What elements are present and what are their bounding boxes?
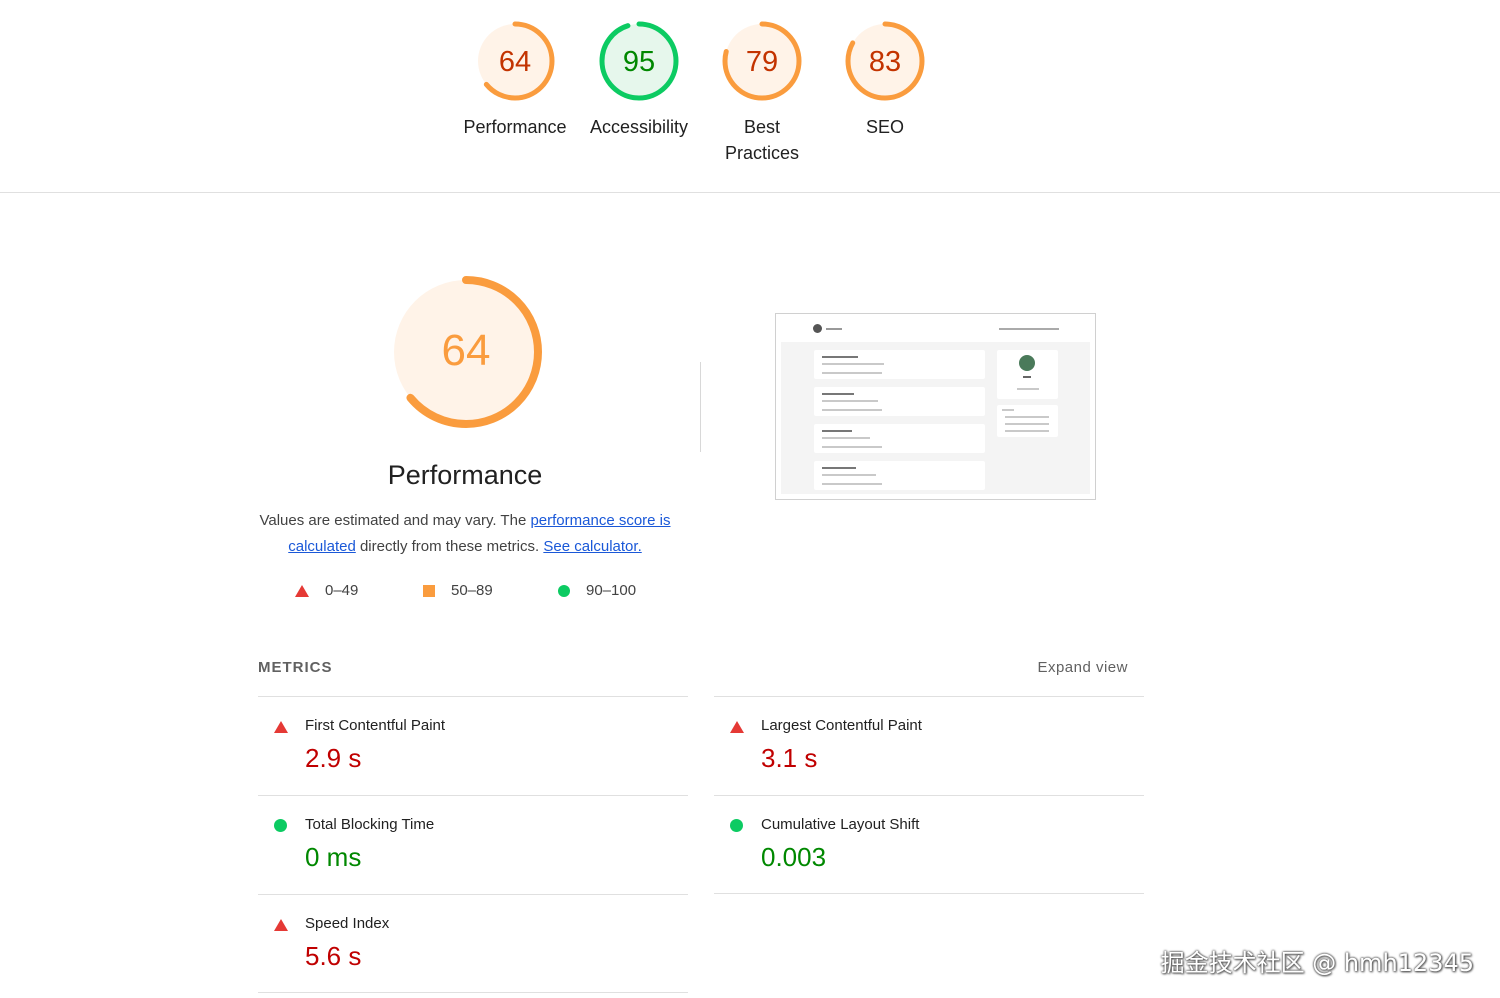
metric-label: Cumulative Layout Shift	[761, 816, 920, 833]
legend-range: 50–89	[451, 582, 493, 599]
metric-label: Largest Contentful Paint	[761, 717, 922, 734]
gauge-accessibility[interactable]: 95 Accessibility	[574, 18, 704, 140]
legend-range: 90–100	[586, 582, 637, 599]
desc-middle: directly from these metrics.	[355, 537, 544, 555]
avatar	[813, 324, 822, 333]
triangle-icon	[730, 721, 744, 733]
gauge-score: 95	[623, 46, 655, 78]
gauge-best-practices[interactable]: 79 Best Practices	[697, 18, 827, 166]
thumbnail-card	[814, 461, 985, 490]
thumbnail-card	[814, 350, 985, 379]
metric-first-contentful-paint: First Contentful Paint 2.9 s	[258, 696, 688, 795]
metric-label: Speed Index	[305, 915, 390, 932]
gauge-accessibility-ring: 95	[599, 21, 679, 101]
metric-value: 5.6 s	[305, 941, 362, 971]
expand-view-toggle[interactable]: Expand view	[1037, 659, 1128, 676]
gauge-label: Performance	[463, 117, 567, 137]
category-gauges: 64 Performance 95 Accessibility 79 Best …	[0, 0, 1500, 193]
square-icon	[423, 584, 435, 597]
thumbnail-tags-card	[997, 405, 1058, 437]
metric-value: 0 ms	[305, 842, 362, 872]
metric-divider	[714, 893, 1144, 894]
gauge-score: 64	[499, 46, 531, 78]
circle-icon	[558, 584, 570, 597]
metric-label: First Contentful Paint	[305, 717, 446, 734]
metric-cumulative-layout-shift: Cumulative Layout Shift 0.003	[714, 795, 1144, 894]
thumbnail-header	[781, 320, 1090, 342]
gauge-best-practices-ring: 79	[722, 21, 802, 101]
section-divider	[700, 362, 701, 452]
legend-fail: 0–49	[295, 582, 358, 599]
circle-icon	[274, 819, 287, 832]
gauge-label: Accessibility	[589, 117, 689, 137]
metric-value: 3.1 s	[761, 743, 818, 773]
metric-divider	[258, 992, 688, 993]
gauge-seo[interactable]: 83 SEO	[820, 18, 950, 140]
triangle-icon	[274, 721, 288, 733]
metric-total-blocking-time: Total Blocking Time 0 ms	[258, 795, 688, 894]
performance-score: 64	[442, 326, 491, 375]
watermark: 掘金技术社区 @ hmh12345	[1160, 949, 1474, 977]
metric-label: Total Blocking Time	[305, 816, 435, 833]
metric-speed-index: Speed Index 5.6 s	[258, 894, 688, 993]
triangle-icon	[274, 919, 288, 931]
performance-big-gauge: 64	[390, 276, 542, 428]
thumbnail-card	[814, 387, 985, 416]
gauge-label: SEO	[865, 117, 904, 137]
legend-pass: 90–100	[558, 582, 636, 599]
legend-range: 0–49	[325, 582, 359, 599]
thumbnail-card	[814, 424, 985, 453]
triangle-icon	[295, 584, 309, 597]
thumbnail-page	[781, 320, 1090, 494]
metric-value: 0.003	[761, 842, 827, 872]
gauge-label: Best Practices	[724, 117, 800, 163]
gauge-seo-ring: 83	[845, 21, 925, 101]
legend-average: 50–89	[423, 582, 493, 599]
final-screenshot-thumbnail[interactable]	[775, 313, 1096, 500]
see-calculator-link[interactable]: See calculator.	[543, 538, 641, 555]
circle-icon	[730, 819, 743, 832]
metric-largest-contentful-paint: Largest Contentful Paint 3.1 s	[714, 696, 1144, 795]
metric-value: 2.9 s	[305, 743, 362, 773]
avatar	[1019, 355, 1035, 371]
gauge-performance[interactable]: 64 Performance	[450, 18, 580, 140]
metrics-header: METRICS	[258, 659, 333, 676]
thumbnail-profile-card	[997, 350, 1058, 399]
desc-prefix: Values are estimated and may vary. The	[259, 512, 531, 529]
gauge-performance-ring: 64	[475, 21, 555, 101]
performance-title: Performance	[387, 460, 543, 490]
gauge-score: 79	[746, 46, 778, 78]
performance-description: Values are estimated and may vary. The p…	[250, 508, 680, 559]
gauge-score: 83	[869, 46, 901, 78]
